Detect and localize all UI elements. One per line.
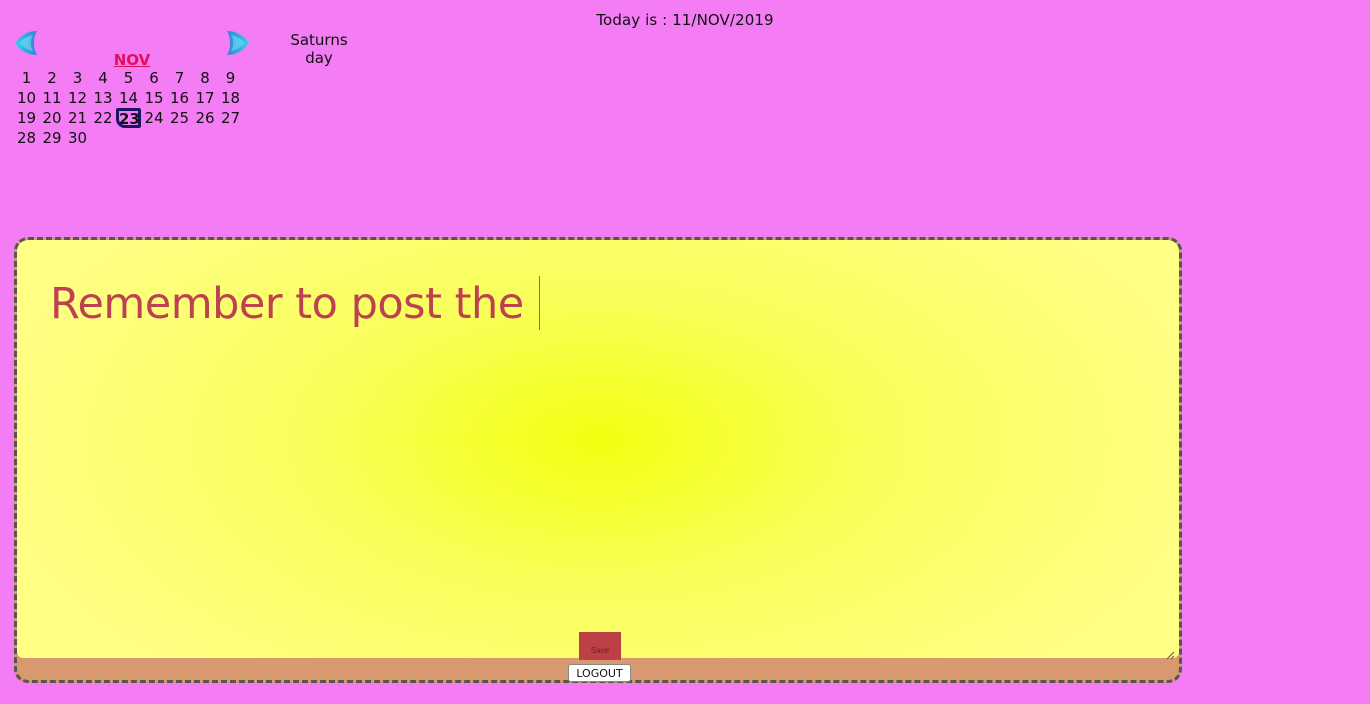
calendar-day[interactable]: 3 <box>65 68 90 88</box>
calendar-day[interactable]: 18 <box>218 88 243 108</box>
today-date: Today is : 11/NOV/2019 <box>596 11 774 29</box>
calendar-day[interactable]: 30 <box>65 128 90 148</box>
calendar-day[interactable]: 6 <box>142 68 167 88</box>
resize-handle-icon[interactable] <box>1166 645 1175 660</box>
calendar-day[interactable]: 14 <box>116 88 141 108</box>
calendar-day[interactable]: 13 <box>91 88 116 108</box>
calendar-day[interactable]: 5 <box>116 68 141 88</box>
calendar-day[interactable]: 15 <box>142 88 167 108</box>
calendar-day[interactable]: 22 <box>91 108 116 128</box>
calendar-day[interactable]: 4 <box>91 68 116 88</box>
calendar-day[interactable]: 29 <box>40 128 65 148</box>
calendar-day[interactable]: 11 <box>40 88 65 108</box>
arrow-right-icon <box>227 31 249 55</box>
calendar-day[interactable]: 25 <box>167 108 192 128</box>
month-label[interactable]: NOV <box>112 51 152 69</box>
calendar-day[interactable]: 27 <box>218 108 243 128</box>
calendar-day[interactable]: 8 <box>193 68 218 88</box>
calendar-day[interactable]: 1 <box>14 68 39 88</box>
calendar-day[interactable]: 9 <box>218 68 243 88</box>
prev-month-button[interactable] <box>13 29 41 57</box>
calendar-day[interactable]: 24 <box>142 108 167 128</box>
text-caret <box>538 276 540 330</box>
calendar-day[interactable]: 12 <box>65 88 90 108</box>
calendar-day[interactable]: 7 <box>167 68 192 88</box>
note-textarea[interactable]: Remember to post the <box>17 240 1179 658</box>
calendar-day[interactable]: 20 <box>40 108 65 128</box>
calendar-day[interactable]: 28 <box>14 128 39 148</box>
calendar-day[interactable]: 26 <box>193 108 218 128</box>
calendar-day[interactable]: 21 <box>65 108 90 128</box>
calendar-day[interactable]: 17 <box>193 88 218 108</box>
note-text: Remember to post the <box>50 279 537 329</box>
arrow-left-icon <box>15 31 37 55</box>
calendar-day[interactable]: 2 <box>40 68 65 88</box>
calendar-day[interactable]: 16 <box>167 88 192 108</box>
next-month-button[interactable] <box>223 29 251 57</box>
save-button[interactable]: Save <box>579 632 621 660</box>
note-container: Remember to post the <box>14 237 1182 683</box>
calendar-day[interactable]: 19 <box>14 108 39 128</box>
calendar-grid: 1 2 3 4 5 6 7 8 9 10 11 12 13 14 15 16 17 18 19 20 21 22 23 24 2… <box>14 68 254 152</box>
day-name-label: Saturns day <box>290 31 348 67</box>
logout-button[interactable]: LOGOUT <box>568 664 631 682</box>
calendar-day[interactable]: 10 <box>14 88 39 108</box>
calendar-day-selected[interactable]: 23 <box>116 108 141 128</box>
